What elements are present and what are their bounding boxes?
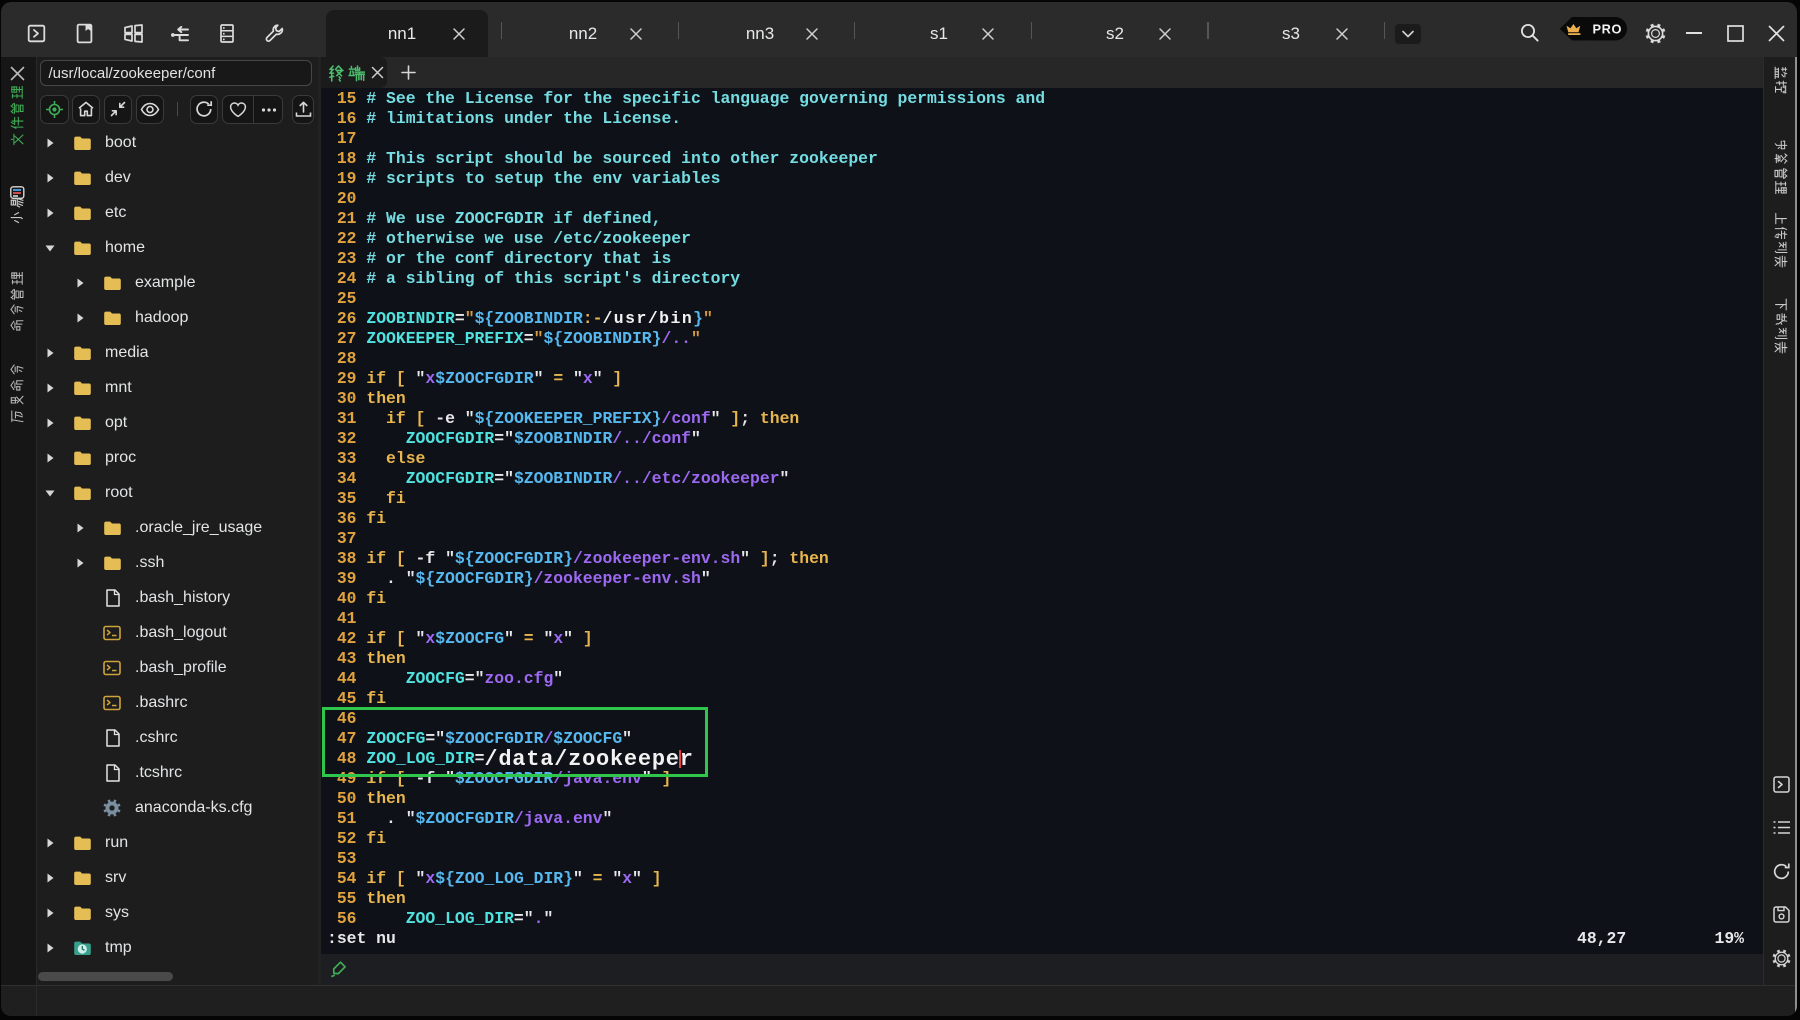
svg-text:PRO: PRO — [1593, 22, 1623, 37]
